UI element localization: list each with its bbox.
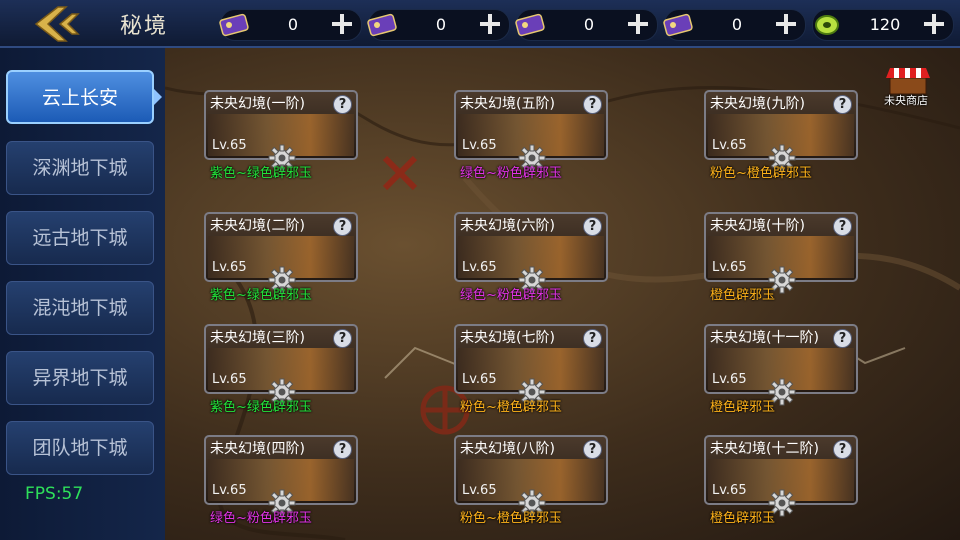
dungeon-name: 未央幻境(七阶) bbox=[460, 330, 555, 346]
dungeon-name: 未央幻境(五阶) bbox=[460, 96, 555, 112]
add-currency-button[interactable] bbox=[625, 11, 651, 37]
dungeon-level: Lv.65 bbox=[212, 372, 247, 387]
help-icon[interactable]: ? bbox=[583, 440, 602, 459]
dungeon-name: 未央幻境(十阶) bbox=[710, 218, 805, 234]
add-currency-button[interactable] bbox=[477, 11, 503, 37]
purple-ticket-icon bbox=[367, 13, 397, 37]
dungeon-level: Lv.65 bbox=[212, 138, 247, 153]
help-icon[interactable]: ? bbox=[333, 217, 352, 236]
help-icon[interactable]: ? bbox=[583, 95, 602, 114]
dungeon-name: 未央幻境(十一阶) bbox=[710, 330, 819, 346]
dungeon-card[interactable]: 未央幻境(二阶)? Lv.65 紫色~绿色辟邪玉 bbox=[204, 212, 358, 303]
dungeon-level: Lv.65 bbox=[462, 483, 497, 498]
dungeon-level: Lv.65 bbox=[712, 372, 747, 387]
add-currency-button[interactable] bbox=[329, 11, 355, 37]
help-icon[interactable]: ? bbox=[333, 440, 352, 459]
dungeon-level: Lv.65 bbox=[212, 483, 247, 498]
reward-text: 橙色辟邪玉 bbox=[710, 511, 776, 526]
dungeon-level: Lv.65 bbox=[212, 260, 247, 275]
back-arrow-icon bbox=[34, 6, 80, 42]
reward-text: 粉色~橙色辟邪玉 bbox=[460, 511, 562, 526]
currency-slot-2: 0 bbox=[367, 9, 510, 41]
shop-label: 未央商店 bbox=[884, 94, 928, 107]
help-icon[interactable]: ? bbox=[333, 95, 352, 114]
purple-ticket-icon bbox=[219, 13, 249, 37]
dungeon-card[interactable]: 未央幻境(一阶)? Lv.65 紫色~绿色辟邪玉 bbox=[204, 90, 358, 181]
dungeon-name: 未央幻境(八阶) bbox=[460, 441, 555, 457]
dungeon-level: Lv.65 bbox=[712, 138, 747, 153]
sidebar-item-otherworld-dungeon[interactable]: 异界地下城 bbox=[6, 351, 154, 405]
reward-text: 绿色~粉色辟邪玉 bbox=[460, 288, 562, 303]
dungeon-name: 未央幻境(十二阶) bbox=[710, 441, 819, 457]
add-currency-button[interactable] bbox=[921, 11, 947, 37]
currency-slot-1: 0 bbox=[219, 9, 362, 41]
currency-value: 120 bbox=[869, 15, 901, 34]
reward-text: 橙色辟邪玉 bbox=[710, 288, 776, 303]
sidebar-item-ancient-dungeon[interactable]: 远古地下城 bbox=[6, 211, 154, 265]
reward-text: 绿色~粉色辟邪玉 bbox=[460, 166, 562, 181]
help-icon[interactable]: ? bbox=[833, 217, 852, 236]
dungeon-card[interactable]: 未央幻境(八阶)? Lv.65 粉色~橙色辟邪玉 bbox=[454, 435, 608, 526]
dungeon-name: 未央幻境(九阶) bbox=[710, 96, 805, 112]
dungeon-name: 未央幻境(三阶) bbox=[210, 330, 305, 346]
dungeon-name: 未央幻境(六阶) bbox=[460, 218, 555, 234]
fps-counter: FPS:57 bbox=[25, 484, 84, 504]
dungeon-card[interactable]: 未央幻境(十阶)? Lv.65 橙色辟邪玉 bbox=[704, 212, 858, 303]
help-icon[interactable]: ? bbox=[833, 440, 852, 459]
dungeon-level: Lv.65 bbox=[462, 372, 497, 387]
help-icon[interactable]: ? bbox=[833, 329, 852, 348]
help-icon[interactable]: ? bbox=[333, 329, 352, 348]
dungeon-card[interactable]: 未央幻境(四阶)? Lv.65 绿色~粉色辟邪玉 bbox=[204, 435, 358, 526]
back-button[interactable] bbox=[28, 4, 80, 44]
dungeon-card[interactable]: 未央幻境(五阶)? Lv.65 绿色~粉色辟邪玉 bbox=[454, 90, 608, 181]
reward-text: 紫色~绿色辟邪玉 bbox=[210, 288, 312, 303]
help-icon[interactable]: ? bbox=[583, 217, 602, 236]
selected-arrow-icon bbox=[154, 89, 162, 105]
currency-slot-4: 0 bbox=[663, 9, 806, 41]
dungeon-card[interactable]: 未央幻境(三阶)? Lv.65 紫色~绿色辟邪玉 bbox=[204, 324, 358, 415]
dungeon-level: Lv.65 bbox=[712, 260, 747, 275]
jade-coin-icon bbox=[815, 15, 839, 35]
page-title: 秘境 bbox=[120, 14, 169, 39]
currency-value: 0 bbox=[731, 15, 743, 34]
reward-text: 紫色~绿色辟邪玉 bbox=[210, 400, 312, 415]
dungeon-card[interactable]: 未央幻境(七阶)? Lv.65 粉色~橙色辟邪玉 bbox=[454, 324, 608, 415]
top-bar: 秘境 0 0 0 0 120 bbox=[0, 0, 960, 48]
reward-text: 粉色~橙色辟邪玉 bbox=[710, 166, 812, 181]
reward-text: 紫色~绿色辟邪玉 bbox=[210, 166, 312, 181]
dungeon-card[interactable]: 未央幻境(九阶)? Lv.65 粉色~橙色辟邪玉 bbox=[704, 90, 858, 181]
dungeon-name: 未央幻境(四阶) bbox=[210, 441, 305, 457]
reward-text: 橙色辟邪玉 bbox=[710, 400, 776, 415]
sidebar-item-abyss-dungeon[interactable]: 深渊地下城 bbox=[6, 141, 154, 195]
sidebar-item-team-dungeon[interactable]: 团队地下城 bbox=[6, 421, 154, 475]
currency-value: 0 bbox=[435, 15, 447, 34]
add-currency-button[interactable] bbox=[773, 11, 799, 37]
dungeon-level: Lv.65 bbox=[462, 138, 497, 153]
dungeon-level: Lv.65 bbox=[462, 260, 497, 275]
dungeon-name: 未央幻境(一阶) bbox=[210, 96, 305, 112]
currency-slot-5: 120 bbox=[812, 9, 954, 41]
sidebar-item-chaos-dungeon[interactable]: 混沌地下城 bbox=[6, 281, 154, 335]
reward-text: 绿色~粉色辟邪玉 bbox=[210, 511, 312, 526]
currency-value: 0 bbox=[287, 15, 299, 34]
purple-ticket-icon bbox=[515, 13, 545, 37]
currency-value: 0 bbox=[583, 15, 595, 34]
dungeon-card[interactable]: 未央幻境(六阶)? Lv.65 绿色~粉色辟邪玉 bbox=[454, 212, 608, 303]
currency-slot-3: 0 bbox=[515, 9, 658, 41]
dungeon-level: Lv.65 bbox=[712, 483, 747, 498]
dungeon-name: 未央幻境(二阶) bbox=[210, 218, 305, 234]
sidebar-item-yunshang-changan[interactable]: 云上长安 bbox=[6, 70, 154, 124]
reward-text: 粉色~橙色辟邪玉 bbox=[460, 400, 562, 415]
dungeon-card[interactable]: 未央幻境(十二阶)? Lv.65 橙色辟邪玉 bbox=[704, 435, 858, 526]
dungeon-card[interactable]: 未央幻境(十一阶)? Lv.65 橙色辟邪玉 bbox=[704, 324, 858, 415]
help-icon[interactable]: ? bbox=[833, 95, 852, 114]
help-icon[interactable]: ? bbox=[583, 329, 602, 348]
purple-ticket-icon bbox=[663, 13, 693, 37]
